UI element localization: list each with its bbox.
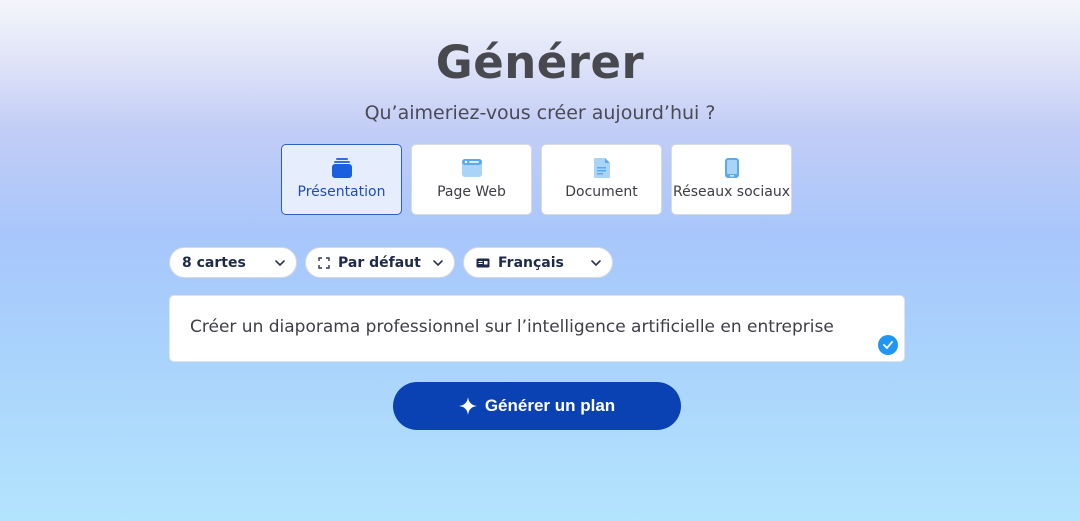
prompt-text: Créer un diaporama professionnel sur l’i… <box>190 317 834 337</box>
chevron-down-icon <box>432 259 444 267</box>
language-label: Français <box>498 254 564 271</box>
language-icon <box>476 258 490 268</box>
generate-outline-button[interactable]: Générer un plan <box>393 382 681 430</box>
type-card-social[interactable]: Réseaux sociaux <box>671 144 792 215</box>
type-card-webpage[interactable]: Page Web <box>411 144 532 215</box>
format-dropdown[interactable]: Par défaut <box>305 247 455 278</box>
options-row: 8 cartes Par défaut Français <box>169 247 613 278</box>
phone-icon <box>724 157 740 179</box>
type-card-document[interactable]: Document <box>541 144 662 215</box>
type-label: Page Web <box>437 184 506 200</box>
format-label: Par défaut <box>338 254 421 271</box>
check-icon <box>878 335 898 355</box>
stack-cards-icon <box>331 157 353 179</box>
browser-window-icon <box>461 157 483 179</box>
generate-button-label: Générer un plan <box>484 396 616 415</box>
page-subtitle: Qu’aimeriez-vous créer aujourd’hui ? <box>364 102 716 124</box>
cards-count-label: 8 cartes <box>182 254 246 271</box>
type-card-presentation[interactable]: Présentation <box>281 144 402 215</box>
chevron-down-icon <box>274 259 286 267</box>
cards-count-dropdown[interactable]: 8 cartes <box>169 247 297 278</box>
type-label: Document <box>565 184 638 200</box>
document-icon <box>593 157 611 179</box>
content-type-selector: Présentation Page Web Document Réseaux s… <box>281 144 792 215</box>
fullscreen-icon <box>318 256 330 269</box>
page-title: Générer <box>435 36 645 89</box>
type-label: Réseaux sociaux <box>673 184 790 200</box>
language-dropdown[interactable]: Français <box>463 247 613 278</box>
prompt-input[interactable]: Créer un diaporama professionnel sur l’i… <box>169 295 905 362</box>
type-label: Présentation <box>297 184 386 200</box>
chevron-down-icon <box>590 259 602 267</box>
sparkle-icon <box>458 397 477 415</box>
